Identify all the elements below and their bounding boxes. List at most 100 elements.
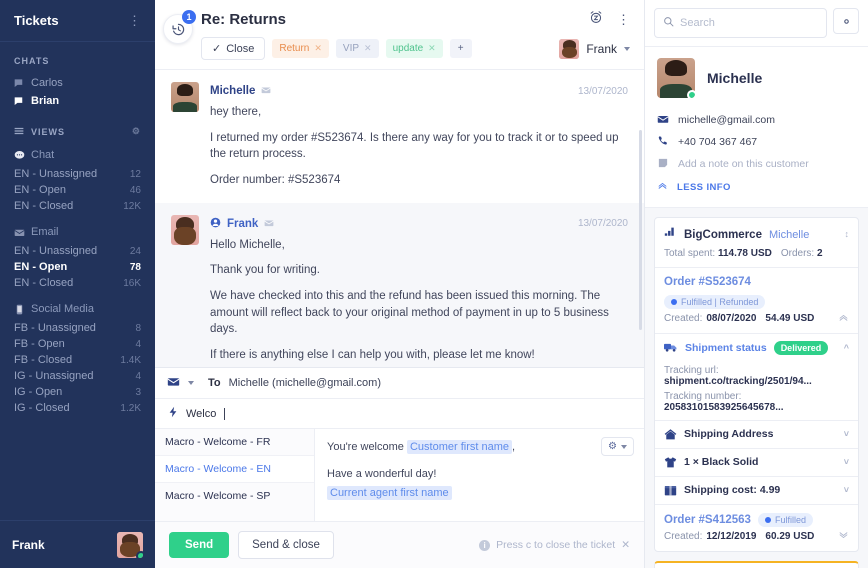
- ticket-title-row: Re: Returns ⋮: [201, 10, 630, 29]
- search-input[interactable]: [680, 17, 818, 29]
- close-ticket-button[interactable]: ✓ Close: [201, 37, 266, 60]
- status-dot-icon: [671, 298, 677, 305]
- composer-subject-row[interactable]: Welco: [155, 399, 644, 429]
- macro-list[interactable]: Macro - Welcome - FR Macro - Welcome - E…: [155, 429, 315, 521]
- sidebar-item-fb-unassigned[interactable]: FB - Unassigned 8: [0, 320, 155, 336]
- send-and-close-button[interactable]: Send & close: [238, 531, 334, 559]
- smile-card-header[interactable]: ☺ Smile ↕: [655, 563, 858, 568]
- shipping-address-label: Shipping Address: [684, 428, 774, 440]
- bigcommerce-icon: [664, 226, 677, 244]
- history-icon: [171, 23, 184, 35]
- ticket-menu-icon[interactable]: ⋮: [617, 13, 630, 26]
- order-collapse-icon[interactable]: [838, 312, 849, 325]
- tag-vip[interactable]: VIP ✕: [335, 39, 379, 58]
- message-paragraph: I returned my order #S523674. Is there a…: [210, 131, 619, 161]
- chevron-down-icon[interactable]: [188, 381, 194, 385]
- add-tag-button[interactable]: +: [449, 39, 472, 58]
- order-header[interactable]: Order #S523674 Fulfilled | Refunded: [655, 268, 858, 312]
- shipping-address-row[interactable]: Shipping Address ˅: [655, 419, 858, 448]
- sidebar-channel-label: Social Media: [31, 303, 94, 315]
- close-button-label: Close: [226, 42, 255, 55]
- sidebar-item-chat-en-open[interactable]: EN - Open 46: [0, 182, 155, 198]
- total-spent-value: 114.78 USD: [717, 247, 772, 259]
- shipping-cost-row[interactable]: Shipping cost: 4.99 ˅: [655, 475, 858, 504]
- sidebar-item-email-en-closed[interactable]: EN - Closed 16K: [0, 275, 155, 291]
- snooze-alarm-icon[interactable]: [589, 10, 603, 29]
- chevron-down-icon[interactable]: ˅: [844, 485, 849, 495]
- chevron-up-icon[interactable]: ^: [844, 343, 849, 353]
- customer-note-row[interactable]: Add a note on this customer: [657, 153, 856, 175]
- remove-tag-icon[interactable]: ✕: [364, 43, 372, 54]
- sidebar-item-label: EN - Closed: [14, 200, 74, 212]
- sidebar-item-label: EN - Unassigned: [14, 168, 98, 180]
- sidebar-item-ig-unassigned[interactable]: IG - Unassigned 4: [0, 368, 155, 384]
- sidebar-item-label: EN - Closed: [14, 277, 74, 289]
- panel-search-row: [645, 0, 868, 47]
- composer-to-row[interactable]: To Michelle (michelle@gmail.com): [155, 368, 644, 399]
- sidebar-current-user[interactable]: Frank: [0, 520, 155, 568]
- bigcommerce-card-header[interactable]: BigCommerce Michelle ↕: [655, 218, 858, 248]
- sidebar-item-email-en-unassigned[interactable]: EN - Unassigned 24: [0, 243, 155, 259]
- macro-item-sp[interactable]: Macro - Welcome - SP: [155, 483, 314, 509]
- remove-tag-icon[interactable]: ✕: [428, 43, 436, 54]
- sidebar-item-label: EN - Open: [14, 184, 66, 196]
- sidebar-chat-carlos[interactable]: Carlos: [0, 74, 155, 92]
- message-paragraph: If there is anything else I can help you…: [210, 349, 535, 362]
- macro-preview-line1: You're welcome Customer first name,: [327, 439, 632, 457]
- channel-selector-icon[interactable]: [167, 375, 180, 391]
- customer-note-placeholder: Add a note on this customer: [678, 158, 809, 170]
- avatar[interactable]: [657, 58, 695, 98]
- remove-tag-icon[interactable]: ✕: [314, 43, 322, 54]
- tracking-number-value[interactable]: 20583101583925645678...: [664, 402, 784, 413]
- assignee-selector[interactable]: Frank: [559, 38, 630, 59]
- tag-label: update: [392, 43, 424, 54]
- customer-phone-row[interactable]: +40 704 367 467: [657, 131, 856, 153]
- macro-item-en[interactable]: Macro - Welcome - EN: [155, 456, 314, 483]
- chevron-down-icon[interactable]: ˅: [844, 457, 849, 467]
- message-header: Frank 13/07/2020: [210, 215, 628, 233]
- order-header[interactable]: Order #S412563 Fulfilled: [655, 505, 858, 530]
- order-expand-icon[interactable]: [838, 530, 849, 543]
- avatar[interactable]: [117, 531, 143, 558]
- send-button[interactable]: Send: [169, 532, 230, 558]
- tracking-url-value[interactable]: shipment.co/tracking/2501/94...: [664, 376, 812, 387]
- order-id[interactable]: Order #S523674: [664, 276, 751, 288]
- collapse-toggle-icon[interactable]: ↕: [845, 230, 850, 239]
- order-id[interactable]: Order #S412563: [664, 514, 751, 526]
- message-thread[interactable]: Michelle 13/07/2020 hey there, I returne…: [155, 69, 644, 367]
- shipment-status-row[interactable]: Shipment status Delivered ^: [655, 332, 858, 363]
- macro-item-fr[interactable]: Macro - Welcome - FR: [155, 429, 314, 456]
- customer-email-row[interactable]: michelle@gmail.com: [657, 109, 856, 131]
- tag-return[interactable]: Return ✕: [272, 39, 329, 58]
- sidebar-item-chat-en-unassigned[interactable]: EN - Unassigned 12: [0, 166, 155, 182]
- sidebar-menu-icon[interactable]: ⋮: [128, 14, 141, 27]
- panel-settings-button[interactable]: [833, 8, 859, 34]
- chevron-down-icon[interactable]: ˅: [844, 429, 849, 439]
- tag-update[interactable]: update ✕: [385, 39, 443, 58]
- sidebar-chat-brian[interactable]: Brian: [0, 92, 155, 110]
- dismiss-hint-icon[interactable]: ✕: [621, 539, 630, 551]
- search-box[interactable]: [654, 8, 827, 38]
- order-item-row[interactable]: 1 × Black Solid ˅: [655, 447, 858, 476]
- sidebar-item-email-en-open[interactable]: EN - Open 78: [0, 259, 155, 275]
- sidebar-item-label: IG - Open: [14, 386, 63, 398]
- avatar: [171, 214, 199, 245]
- sidebar-item-ig-closed[interactable]: IG - Closed 1.2K: [0, 400, 155, 416]
- message-date: 13/07/2020: [577, 85, 628, 97]
- tag-label: VIP: [342, 43, 360, 54]
- message-paragraph: Order number: #S523674: [210, 174, 341, 187]
- orders-group: Orders: 2: [781, 248, 823, 259]
- history-button[interactable]: 1: [163, 10, 196, 44]
- macro-settings-button[interactable]: ⚙: [601, 437, 634, 456]
- sidebar-item-fb-open[interactable]: FB - Open 4: [0, 336, 155, 352]
- sidebar-item-fb-closed[interactable]: FB - Closed 1.4K: [0, 352, 155, 368]
- less-info-toggle[interactable]: LESS INFO: [657, 175, 856, 198]
- message-item: Frank 13/07/2020 Hello Michelle, Thank y…: [155, 202, 644, 367]
- page-title: Re: Returns: [201, 11, 287, 28]
- created-value: 08/07/2020: [706, 312, 757, 324]
- views-settings-icon[interactable]: ⚙: [132, 126, 141, 137]
- sidebar-item-ig-open[interactable]: IG - Open 3: [0, 384, 155, 400]
- thread-scrollbar[interactable]: [639, 130, 642, 330]
- sidebar-item-chat-en-closed[interactable]: EN - Closed 12K: [0, 198, 155, 214]
- created-value: 12/12/2019: [706, 530, 757, 542]
